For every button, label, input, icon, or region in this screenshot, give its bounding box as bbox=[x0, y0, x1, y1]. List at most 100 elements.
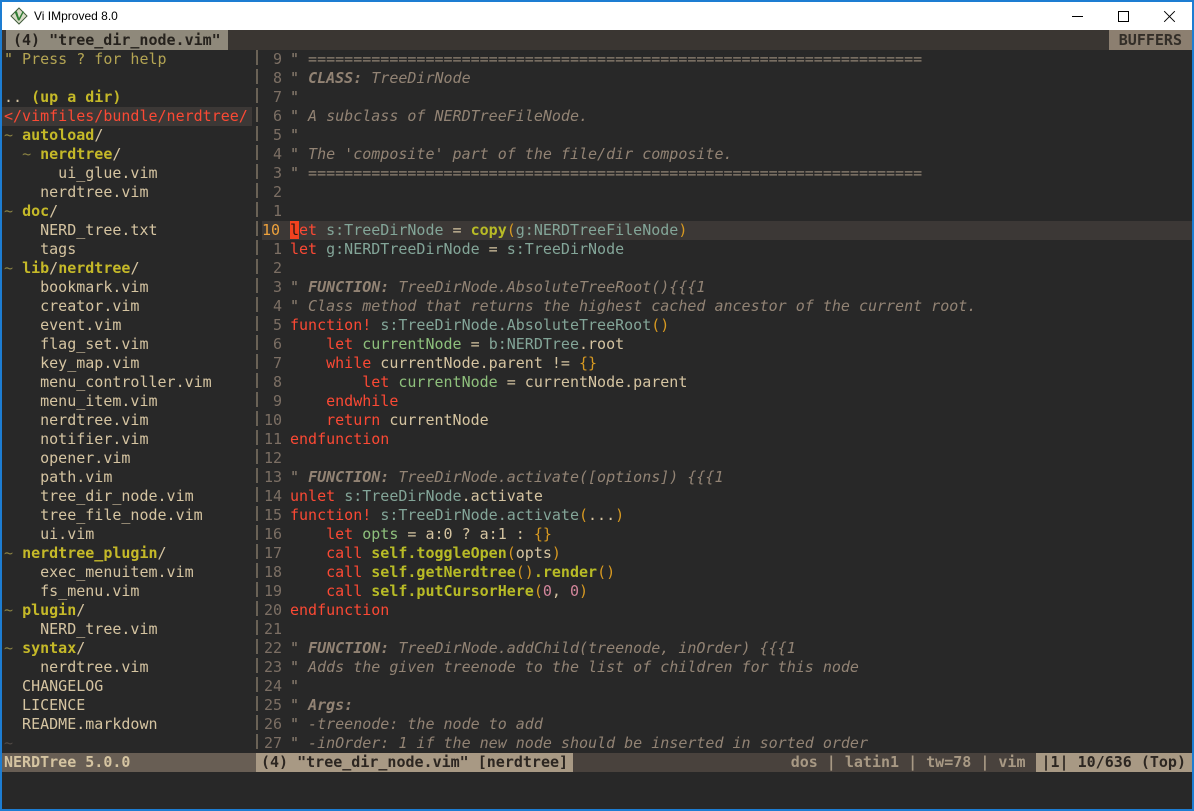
tree-row[interactable]: flag_set.vim bbox=[2, 335, 252, 354]
code-row[interactable]: 4" The 'composite' part of the file/dir … bbox=[262, 145, 1192, 164]
title-bar: Vi IMproved 8.0 bbox=[2, 2, 1192, 30]
tree-row[interactable]: .. (up a dir) bbox=[2, 88, 252, 107]
code-row[interactable]: 24" bbox=[262, 677, 1192, 696]
tree-row[interactable]: fs_menu.vim bbox=[2, 582, 252, 601]
tree-row[interactable]: </vimfiles/bundle/nerdtree/ bbox=[2, 107, 252, 126]
line-number: 9 bbox=[262, 50, 282, 69]
code-row[interactable]: 25" Args: bbox=[262, 696, 1192, 715]
code-row[interactable]: 23" Adds the given treenode to the list … bbox=[262, 658, 1192, 677]
tree-row[interactable]: nerdtree.vim bbox=[2, 658, 252, 677]
window-split-separator[interactable] bbox=[252, 50, 262, 753]
line-number: 8 bbox=[262, 69, 282, 88]
code-token: menu_item.vim bbox=[4, 392, 158, 410]
line-number: 2 bbox=[262, 259, 282, 278]
tree-row[interactable]: NERD_tree.vim bbox=[2, 620, 252, 639]
tree-row[interactable]: CHANGELOG bbox=[2, 677, 252, 696]
line-number: 4 bbox=[262, 145, 282, 164]
tree-row[interactable]: exec_menuitem.vim bbox=[2, 563, 252, 582]
tree-row[interactable]: ~ autoload/ bbox=[2, 126, 252, 145]
code-row[interactable]: 15function! s:TreeDirNode.activate(...) bbox=[262, 506, 1192, 525]
tree-row[interactable]: ~ nerdtree/ bbox=[2, 145, 252, 164]
code-row[interactable]: 1let g:NERDTreeDirNode = s:TreeDirNode bbox=[262, 240, 1192, 259]
command-line[interactable] bbox=[2, 772, 1192, 809]
tree-row[interactable]: README.markdown bbox=[2, 715, 252, 734]
code-text: " CLASS: TreeDirNode bbox=[290, 69, 471, 87]
tree-row[interactable]: nerdtree.vim bbox=[2, 183, 252, 202]
tree-row[interactable]: opener.vim bbox=[2, 449, 252, 468]
minimize-button[interactable] bbox=[1054, 2, 1100, 30]
tree-row[interactable]: tree_dir_node.vim bbox=[2, 487, 252, 506]
code-row[interactable]: 5function! s:TreeDirNode.AbsoluteTreeRoo… bbox=[262, 316, 1192, 335]
code-row[interactable]: 17 call self.toggleOpen(opts) bbox=[262, 544, 1192, 563]
line-number: 7 bbox=[262, 354, 282, 373]
code-row[interactable]: 10let s:TreeDirNode = copy(g:NERDTreeFil… bbox=[262, 221, 1192, 240]
code-row[interactable]: 6" A subclass of NERDTreeFileNode. bbox=[262, 107, 1192, 126]
code-row[interactable]: 2 bbox=[262, 259, 1192, 278]
tree-row[interactable]: notifier.vim bbox=[2, 430, 252, 449]
tree-row[interactable]: bookmark.vim bbox=[2, 278, 252, 297]
tree-row[interactable]: menu_controller.vim bbox=[2, 373, 252, 392]
code-row[interactable]: 14unlet s:TreeDirNode.activate bbox=[262, 487, 1192, 506]
code-token: s:TreeDirNode bbox=[326, 221, 443, 239]
tree-row[interactable]: ui.vim bbox=[2, 525, 252, 544]
tree-row[interactable]: key_map.vim bbox=[2, 354, 252, 373]
tree-row[interactable]: ~ lib/nerdtree/ bbox=[2, 259, 252, 278]
code-row[interactable]: 3" FUNCTION: TreeDirNode.AbsoluteTreeRoo… bbox=[262, 278, 1192, 297]
code-row[interactable]: 10 return currentNode bbox=[262, 411, 1192, 430]
code-row[interactable]: 16 let opts = a:0 ? a:1 : {} bbox=[262, 525, 1192, 544]
tree-row[interactable]: ~ bbox=[2, 734, 252, 753]
vim-icon bbox=[10, 7, 28, 25]
code-row[interactable]: 27" -inOrder: 1 if the new node should b… bbox=[262, 734, 1192, 753]
code-token: ) bbox=[552, 544, 561, 562]
code-row[interactable]: 13" FUNCTION: TreeDirNode.activate([opti… bbox=[262, 468, 1192, 487]
code-token bbox=[290, 544, 326, 562]
tree-row[interactable]: tags bbox=[2, 240, 252, 259]
code-editor[interactable]: 9 " =====================================… bbox=[262, 50, 1192, 753]
code-row[interactable]: 8 let currentNode = currentNode.parent bbox=[262, 373, 1192, 392]
code-row[interactable]: 12 bbox=[262, 449, 1192, 468]
code-row[interactable]: 19 call self.putCursorHere(0, 0) bbox=[262, 582, 1192, 601]
tree-row[interactable]: nerdtree.vim bbox=[2, 411, 252, 430]
tree-row[interactable]: menu_item.vim bbox=[2, 392, 252, 411]
close-button[interactable] bbox=[1146, 2, 1192, 30]
code-row[interactable]: 21 bbox=[262, 620, 1192, 639]
tree-row[interactable]: ui_glue.vim bbox=[2, 164, 252, 183]
code-row[interactable]: 6 let currentNode = b:NERDTree.root bbox=[262, 335, 1192, 354]
code-token: g:NERDTreeFileNode bbox=[516, 221, 679, 239]
code-row[interactable]: 26" -treenode: the node to add bbox=[262, 715, 1192, 734]
tree-row[interactable]: ~ doc/ bbox=[2, 202, 252, 221]
code-row[interactable]: 22" FUNCTION: TreeDirNode.addChild(treen… bbox=[262, 639, 1192, 658]
nerdtree-panel[interactable]: " Press ? for help .. (up a dir)</vimfile… bbox=[2, 50, 252, 753]
code-row[interactable]: 9 endwhile bbox=[262, 392, 1192, 411]
tree-row[interactable]: path.vim bbox=[2, 468, 252, 487]
code-row[interactable]: 18 call self.getNerdtree().render() bbox=[262, 563, 1192, 582]
code-row[interactable]: 2 bbox=[262, 183, 1192, 202]
code-row[interactable]: 9" =====================================… bbox=[262, 50, 1192, 69]
code-token: fs_menu.vim bbox=[4, 582, 139, 600]
code-row[interactable]: 7 while currentNode.parent != {} bbox=[262, 354, 1192, 373]
code-row[interactable]: 3" =====================================… bbox=[262, 164, 1192, 183]
maximize-button[interactable] bbox=[1100, 2, 1146, 30]
code-token: copy bbox=[471, 221, 507, 239]
code-token: ui.vim bbox=[4, 525, 94, 543]
tree-row[interactable]: event.vim bbox=[2, 316, 252, 335]
tree-row[interactable]: ~ nerdtree_plugin/ bbox=[2, 544, 252, 563]
code-row[interactable]: 1 bbox=[262, 202, 1192, 221]
tree-row[interactable]: ~ plugin/ bbox=[2, 601, 252, 620]
code-row[interactable]: 20endfunction bbox=[262, 601, 1192, 620]
tree-row[interactable]: creator.vim bbox=[2, 297, 252, 316]
code-text: " ======================================… bbox=[290, 164, 922, 182]
code-token: Args: bbox=[308, 696, 353, 714]
tab-tree-dir-node[interactable]: (4) "tree_dir_node.vim" bbox=[6, 30, 228, 50]
tree-row[interactable]: " Press ? for help bbox=[2, 50, 252, 69]
code-row[interactable]: 8 " CLASS: TreeDirNode bbox=[262, 69, 1192, 88]
code-row[interactable]: 5" bbox=[262, 126, 1192, 145]
code-row[interactable]: 11endfunction bbox=[262, 430, 1192, 449]
tree-row[interactable]: LICENCE bbox=[2, 696, 252, 715]
tree-row[interactable] bbox=[2, 69, 252, 88]
tree-row[interactable]: tree_file_node.vim bbox=[2, 506, 252, 525]
code-row[interactable]: 4" Class method that returns the highest… bbox=[262, 297, 1192, 316]
code-row[interactable]: 7" bbox=[262, 88, 1192, 107]
tree-row[interactable]: NERD_tree.txt bbox=[2, 221, 252, 240]
tree-row[interactable]: ~ syntax/ bbox=[2, 639, 252, 658]
